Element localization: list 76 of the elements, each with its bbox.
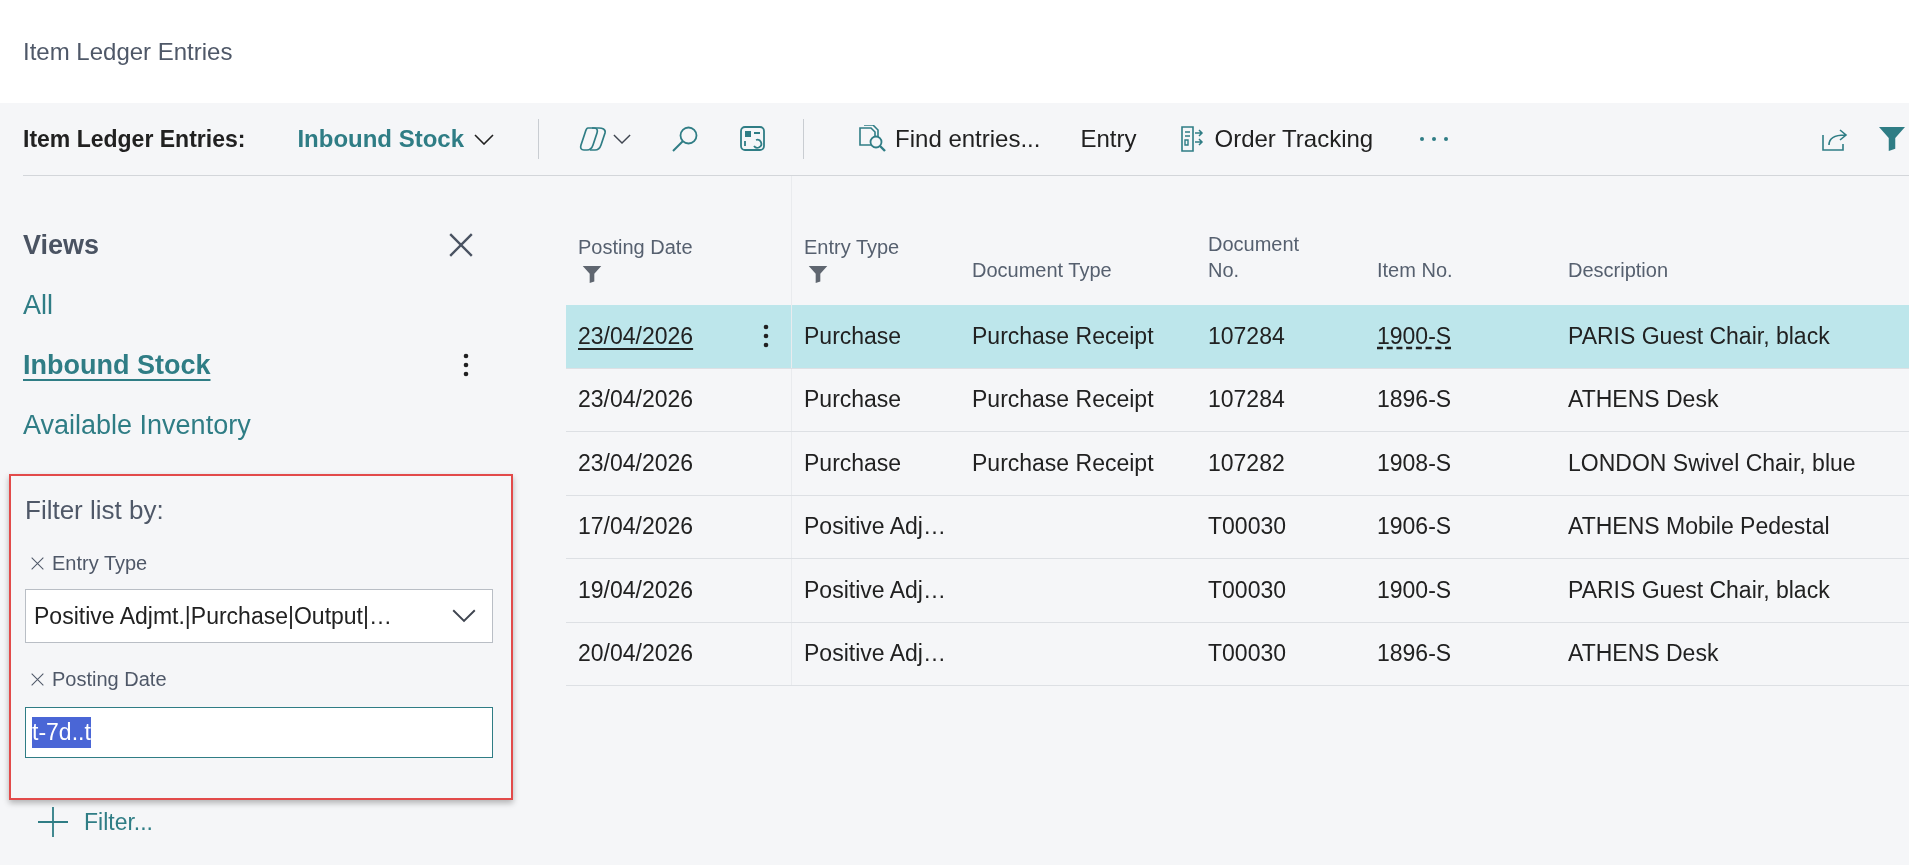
filter-label: Posting Date — [52, 667, 167, 691]
table-cell: 1900-S — [1377, 322, 1452, 350]
interlocked-shapes-icon[interactable] — [579, 126, 608, 152]
table-cell: T00030 — [1208, 640, 1286, 668]
views-title: Views — [23, 229, 100, 261]
table-cell: Purchase — [804, 449, 902, 477]
table-cell: 1896-S — [1377, 386, 1452, 414]
column-header[interactable]: Description — [1568, 257, 1669, 283]
more-icon[interactable] — [763, 324, 769, 349]
column-header[interactable]: Entry Type — [804, 234, 900, 260]
view-item[interactable]: Available Inventory — [23, 409, 251, 441]
table-cell: 19/04/2026 — [578, 576, 694, 604]
table-cell: 1896-S — [1377, 640, 1452, 668]
chevron-down-icon — [474, 133, 495, 145]
table-cell: 23/04/2026 — [578, 449, 694, 477]
table-row[interactable]: 23/04/2026 Purchase Purchase Receipt 107284 1896-S ATHENS Desk — [566, 368, 1909, 432]
table-cell: Positive Adj… — [804, 513, 946, 541]
close-icon[interactable] — [31, 556, 44, 570]
layout-icon[interactable] — [739, 125, 768, 153]
column-header[interactable]: Document No. — [1208, 231, 1325, 283]
action-button[interactable]: Order Tracking — [1180, 125, 1374, 153]
column-header[interactable]: Posting Date — [578, 234, 693, 260]
table-cell: 1900-S — [1377, 576, 1452, 604]
table-cell: 23/04/2026 — [578, 386, 694, 414]
table-cell: PARIS Guest Chair, black — [1568, 322, 1830, 350]
table-cell: Purchase Receipt — [972, 386, 1154, 414]
document-search-icon — [857, 125, 888, 153]
table-row[interactable]: 23/04/2026 Purchase Purchase Receipt 107284 1900-S PARIS Guest Chair, black — [566, 305, 1909, 369]
table-cell: T00030 — [1208, 513, 1286, 541]
table-cell: 107284 — [1208, 386, 1285, 414]
page-label: Item Ledger Entries: — [23, 125, 246, 153]
view-item[interactable]: All — [23, 289, 53, 321]
table-cell: Purchase Receipt — [972, 322, 1154, 350]
column-header[interactable]: Item No. — [1377, 257, 1453, 283]
table-row[interactable]: 20/04/2026 Positive Adj… T00030 1896-S ATHENS Desk — [566, 622, 1909, 686]
plus-icon — [38, 807, 68, 837]
share-icon[interactable] — [1821, 126, 1849, 152]
input-field[interactable]: t-7d..t — [25, 707, 493, 758]
table-cell: ATHENS Desk — [1568, 386, 1719, 414]
table-cell: 17/04/2026 — [578, 513, 694, 541]
chevron-down-icon[interactable] — [613, 134, 632, 144]
more-icon[interactable] — [463, 353, 469, 377]
view-selector[interactable]: Inbound Stock — [297, 125, 495, 153]
table-cell: PARIS Guest Chair, black — [1568, 576, 1830, 604]
action-button[interactable]: Entry — [1080, 125, 1137, 153]
table-cell: 23/04/2026 — [578, 322, 694, 350]
filter-icon[interactable] — [1879, 127, 1905, 151]
page-title: Item Ledger Entries — [23, 37, 233, 66]
table-cell: 1906-S — [1377, 513, 1452, 541]
filter-label: Entry Type — [52, 551, 148, 575]
dropdown-field[interactable]: Positive Adjmt.|Purchase|Output|… — [25, 589, 493, 643]
table-cell: LONDON Swivel Chair, blue — [1568, 449, 1856, 477]
table-cell: Positive Adj… — [804, 640, 946, 668]
table-cell: 20/04/2026 — [578, 640, 694, 668]
search-icon[interactable] — [671, 125, 700, 153]
table-cell: ATHENS Mobile Pedestal — [1568, 513, 1830, 541]
close-icon[interactable] — [449, 233, 473, 257]
table-cell: 1908-S — [1377, 449, 1452, 477]
table-cell: Purchase — [804, 386, 902, 414]
table-cell: ATHENS Desk — [1568, 640, 1719, 668]
table-cell: Purchase Receipt — [972, 449, 1154, 477]
column-header[interactable]: Document Type — [972, 257, 1112, 283]
action-button[interactable]: Find entries... — [857, 125, 1041, 153]
table-row[interactable]: 23/04/2026 Purchase Purchase Receipt 107282 1908-S LONDON Swivel Chair, blue — [566, 432, 1909, 496]
close-icon[interactable] — [31, 672, 44, 686]
table-cell: Positive Adj… — [804, 576, 946, 604]
table-cell: Purchase — [804, 322, 902, 350]
table-cell: 107282 — [1208, 449, 1285, 477]
add-filter-button[interactable]: Filter... — [38, 806, 153, 838]
table-cell: T00030 — [1208, 576, 1286, 604]
filter-title: Filter list by: — [25, 494, 164, 527]
table-cell: 107284 — [1208, 322, 1285, 350]
table-row[interactable]: 19/04/2026 Positive Adj… T00030 1900-S PARIS Guest Chair, black — [566, 559, 1909, 623]
table-row[interactable]: 17/04/2026 Positive Adj… T00030 1906-S ATHENS Mobile Pedestal — [566, 495, 1909, 559]
view-item[interactable]: Inbound Stock — [23, 349, 211, 381]
chevron-down-icon — [452, 609, 476, 623]
